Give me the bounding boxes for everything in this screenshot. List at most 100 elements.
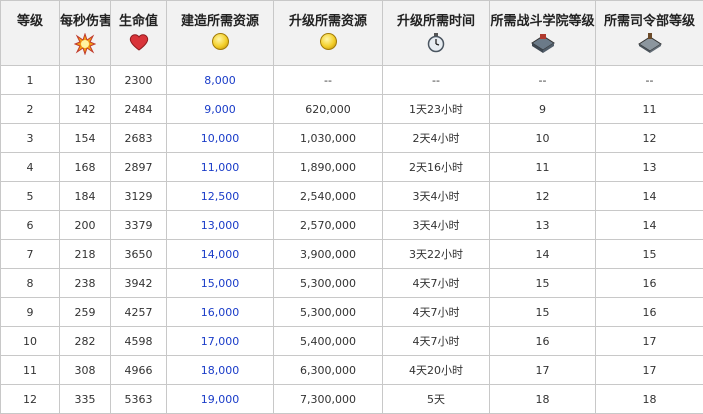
header-academy-level: 所需战斗学院等级 — [490, 1, 596, 66]
table-row: 7218365014,0003,900,0003天22小时1415 — [1, 240, 703, 269]
cell-upgrade-time: 3天4小时 — [383, 182, 490, 211]
header-build-cost: 建造所需资源 — [167, 1, 274, 66]
cell-hp: 2897 — [111, 153, 167, 182]
stopwatch-icon — [427, 33, 445, 53]
table-row: 12335536319,0007,300,0005天1818 — [1, 385, 703, 414]
table-row: 5184312912,5002,540,0003天4小时1214 — [1, 182, 703, 211]
cell-academy-level: -- — [490, 66, 596, 95]
cell-hp: 4966 — [111, 356, 167, 385]
cell-dps: 154 — [60, 124, 111, 153]
header-level: 等级 — [1, 1, 60, 66]
cell-academy-level: 18 — [490, 385, 596, 414]
cell-academy-level: 16 — [490, 327, 596, 356]
cell-upgrade-cost: 7,300,000 — [274, 385, 383, 414]
cell-hq-level: 13 — [596, 153, 703, 182]
table-row: 113023008,000-------- — [1, 66, 703, 95]
cell-dps: 238 — [60, 269, 111, 298]
cell-hp: 2484 — [111, 95, 167, 124]
cell-hp: 3379 — [111, 211, 167, 240]
cell-hp: 3650 — [111, 240, 167, 269]
cell-upgrade-time: 4天7小时 — [383, 298, 490, 327]
explosion-icon — [74, 33, 96, 55]
cell-dps: 335 — [60, 385, 111, 414]
cell-academy-level: 9 — [490, 95, 596, 124]
cell-hp: 3129 — [111, 182, 167, 211]
cell-academy-level: 11 — [490, 153, 596, 182]
header-label: 升级所需资源 — [274, 10, 382, 29]
cell-build-cost: 10,000 — [167, 124, 274, 153]
level-stats-table: 等级 每秒伤害 生命值 建造所需资源 升级所需资源 — [0, 0, 703, 414]
cell-hq-level: 16 — [596, 298, 703, 327]
cell-upgrade-cost: 1,890,000 — [274, 153, 383, 182]
cell-hp: 5363 — [111, 385, 167, 414]
cell-upgrade-cost: 1,030,000 — [274, 124, 383, 153]
cell-hq-level: 12 — [596, 124, 703, 153]
cell-hq-level: 16 — [596, 269, 703, 298]
cell-upgrade-time: 3天4小时 — [383, 211, 490, 240]
header-dps: 每秒伤害 — [60, 1, 111, 66]
cell-build-cost: 18,000 — [167, 356, 274, 385]
cell-level: 6 — [1, 211, 60, 240]
cell-hq-level: 18 — [596, 385, 703, 414]
cell-academy-level: 12 — [490, 182, 596, 211]
cell-build-cost: 13,000 — [167, 211, 274, 240]
cell-upgrade-cost: 620,000 — [274, 95, 383, 124]
cell-build-cost: 14,000 — [167, 240, 274, 269]
cell-upgrade-time: 1天23小时 — [383, 95, 490, 124]
cell-upgrade-time: -- — [383, 66, 490, 95]
cell-hq-level: 17 — [596, 327, 703, 356]
cell-upgrade-time: 3天22小时 — [383, 240, 490, 269]
cell-dps: 130 — [60, 66, 111, 95]
cell-hq-level: 15 — [596, 240, 703, 269]
table-row: 10282459817,0005,400,0004天7小时1617 — [1, 327, 703, 356]
cell-dps: 168 — [60, 153, 111, 182]
cell-upgrade-time: 4天20小时 — [383, 356, 490, 385]
header-label: 等级 — [1, 10, 59, 29]
headquarters-icon — [637, 33, 663, 53]
header-label: 所需司令部等级 — [596, 10, 703, 29]
cell-hp: 3942 — [111, 269, 167, 298]
cell-level: 1 — [1, 66, 60, 95]
cell-hq-level: 14 — [596, 182, 703, 211]
table-row: 11308496618,0006,300,0004天20小时1717 — [1, 356, 703, 385]
cell-dps: 200 — [60, 211, 111, 240]
cell-level: 7 — [1, 240, 60, 269]
cell-level: 11 — [1, 356, 60, 385]
cell-build-cost: 15,000 — [167, 269, 274, 298]
cell-hq-level: 14 — [596, 211, 703, 240]
header-hq-level: 所需司令部等级 — [596, 1, 703, 66]
header-upgrade-cost: 升级所需资源 — [274, 1, 383, 66]
cell-academy-level: 10 — [490, 124, 596, 153]
cell-dps: 218 — [60, 240, 111, 269]
cell-dps: 308 — [60, 356, 111, 385]
header-label: 所需战斗学院等级 — [490, 10, 595, 29]
cell-hp: 2683 — [111, 124, 167, 153]
cell-build-cost: 8,000 — [167, 66, 274, 95]
heart-icon — [129, 33, 149, 51]
cell-upgrade-cost: 2,570,000 — [274, 211, 383, 240]
cell-level: 10 — [1, 327, 60, 356]
cell-upgrade-cost: 5,400,000 — [274, 327, 383, 356]
header-label: 建造所需资源 — [167, 10, 273, 29]
cell-dps: 184 — [60, 182, 111, 211]
cell-build-cost: 17,000 — [167, 327, 274, 356]
cell-hq-level: 11 — [596, 95, 703, 124]
gold-coin-icon — [320, 33, 337, 50]
cell-level: 2 — [1, 95, 60, 124]
header-row: 等级 每秒伤害 生命值 建造所需资源 升级所需资源 — [1, 1, 703, 66]
table-row: 4168289711,0001,890,0002天16小时1113 — [1, 153, 703, 182]
cell-build-cost: 12,500 — [167, 182, 274, 211]
cell-level: 4 — [1, 153, 60, 182]
cell-academy-level: 13 — [490, 211, 596, 240]
cell-upgrade-time: 2天4小时 — [383, 124, 490, 153]
cell-upgrade-time: 5天 — [383, 385, 490, 414]
cell-hp: 4598 — [111, 327, 167, 356]
cell-upgrade-time: 4天7小时 — [383, 269, 490, 298]
cell-academy-level: 15 — [490, 298, 596, 327]
cell-build-cost: 9,000 — [167, 95, 274, 124]
table-row: 3154268310,0001,030,0002天4小时1012 — [1, 124, 703, 153]
header-hp: 生命值 — [111, 1, 167, 66]
header-label: 每秒伤害 — [60, 10, 110, 29]
cell-level: 5 — [1, 182, 60, 211]
table-row: 6200337913,0002,570,0003天4小时1314 — [1, 211, 703, 240]
